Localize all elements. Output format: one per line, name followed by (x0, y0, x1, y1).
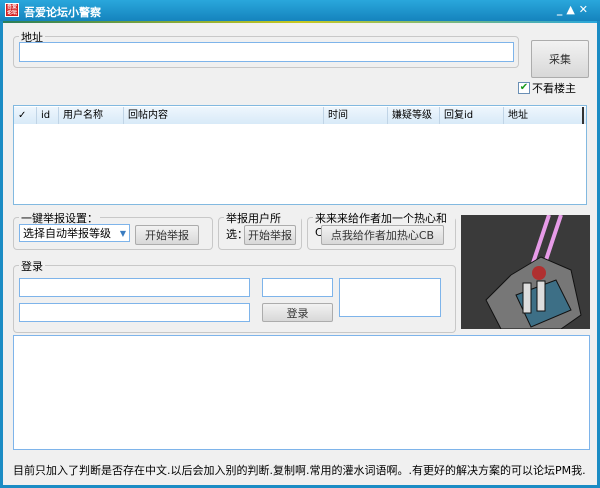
chevron-down-icon[interactable]: ▼ (120, 229, 126, 238)
username-input[interactable] (19, 278, 250, 297)
post-list[interactable]: ✓ id 用户名称 回帖内容 时间 嫌疑等级 回复id 地址 (13, 105, 587, 205)
title-divider (3, 21, 597, 23)
password-input[interactable] (19, 303, 250, 322)
hide-op-checkbox[interactable]: ✔ 不看楼主 (518, 80, 576, 96)
minimize-button[interactable]: _ (557, 3, 567, 16)
collect-button[interactable]: 采集 (531, 40, 589, 78)
login-button[interactable]: 登录 (262, 303, 333, 322)
column-username[interactable]: 用户名称 (59, 107, 124, 124)
title-bar: 吾爱 论坛 吾爱论坛小警察 _▲✕ (0, 0, 600, 21)
maximize-button[interactable]: ▲ (566, 3, 578, 16)
report-level-select[interactable]: 选择自动举报等级 ▼ (19, 224, 130, 242)
column-content[interactable]: 回帖内容 (124, 107, 324, 124)
captcha-input[interactable] (262, 278, 333, 297)
captcha-image[interactable] (339, 278, 441, 317)
support-author-button[interactable]: 点我给作者加热心CB (321, 225, 444, 245)
column-id[interactable]: id (37, 107, 59, 124)
app-logo-icon: 吾爱 论坛 (5, 3, 19, 17)
status-text: 目前只加入了判断是否存在中文.以后会加入别的判断.复制啊.常用的灌水词语啊。.有… (13, 464, 586, 477)
checkmark-icon[interactable]: ✔ (518, 82, 530, 94)
column-time[interactable]: 时间 (324, 107, 388, 124)
column-reply-id[interactable]: 回复id (440, 107, 504, 124)
login-legend: 登录 (19, 258, 45, 274)
close-button[interactable]: ✕ (579, 3, 592, 16)
column-address[interactable]: 地址 (504, 107, 584, 124)
hide-op-label: 不看楼主 (532, 82, 576, 95)
report-level-value: 选择自动举报等级 (23, 227, 111, 240)
column-check[interactable]: ✓ (14, 107, 37, 124)
list-header: ✓ id 用户名称 回帖内容 时间 嫌疑等级 回复id 地址 (14, 107, 586, 124)
auto-report-start-button[interactable]: 开始举报 (135, 225, 199, 245)
main-window: 吾爱 论坛 吾爱论坛小警察 _▲✕ 地址 采集 ✔ 不看楼主 ✓ id 用户名称 … (0, 0, 600, 488)
robot-image (461, 215, 590, 329)
log-textarea[interactable] (13, 335, 590, 450)
window-title: 吾爱论坛小警察 (24, 6, 101, 19)
address-input[interactable] (19, 42, 514, 62)
report-selected-start-button[interactable]: 开始举报 (244, 225, 296, 245)
column-suspicion[interactable]: 嫌疑等级 (388, 107, 440, 124)
